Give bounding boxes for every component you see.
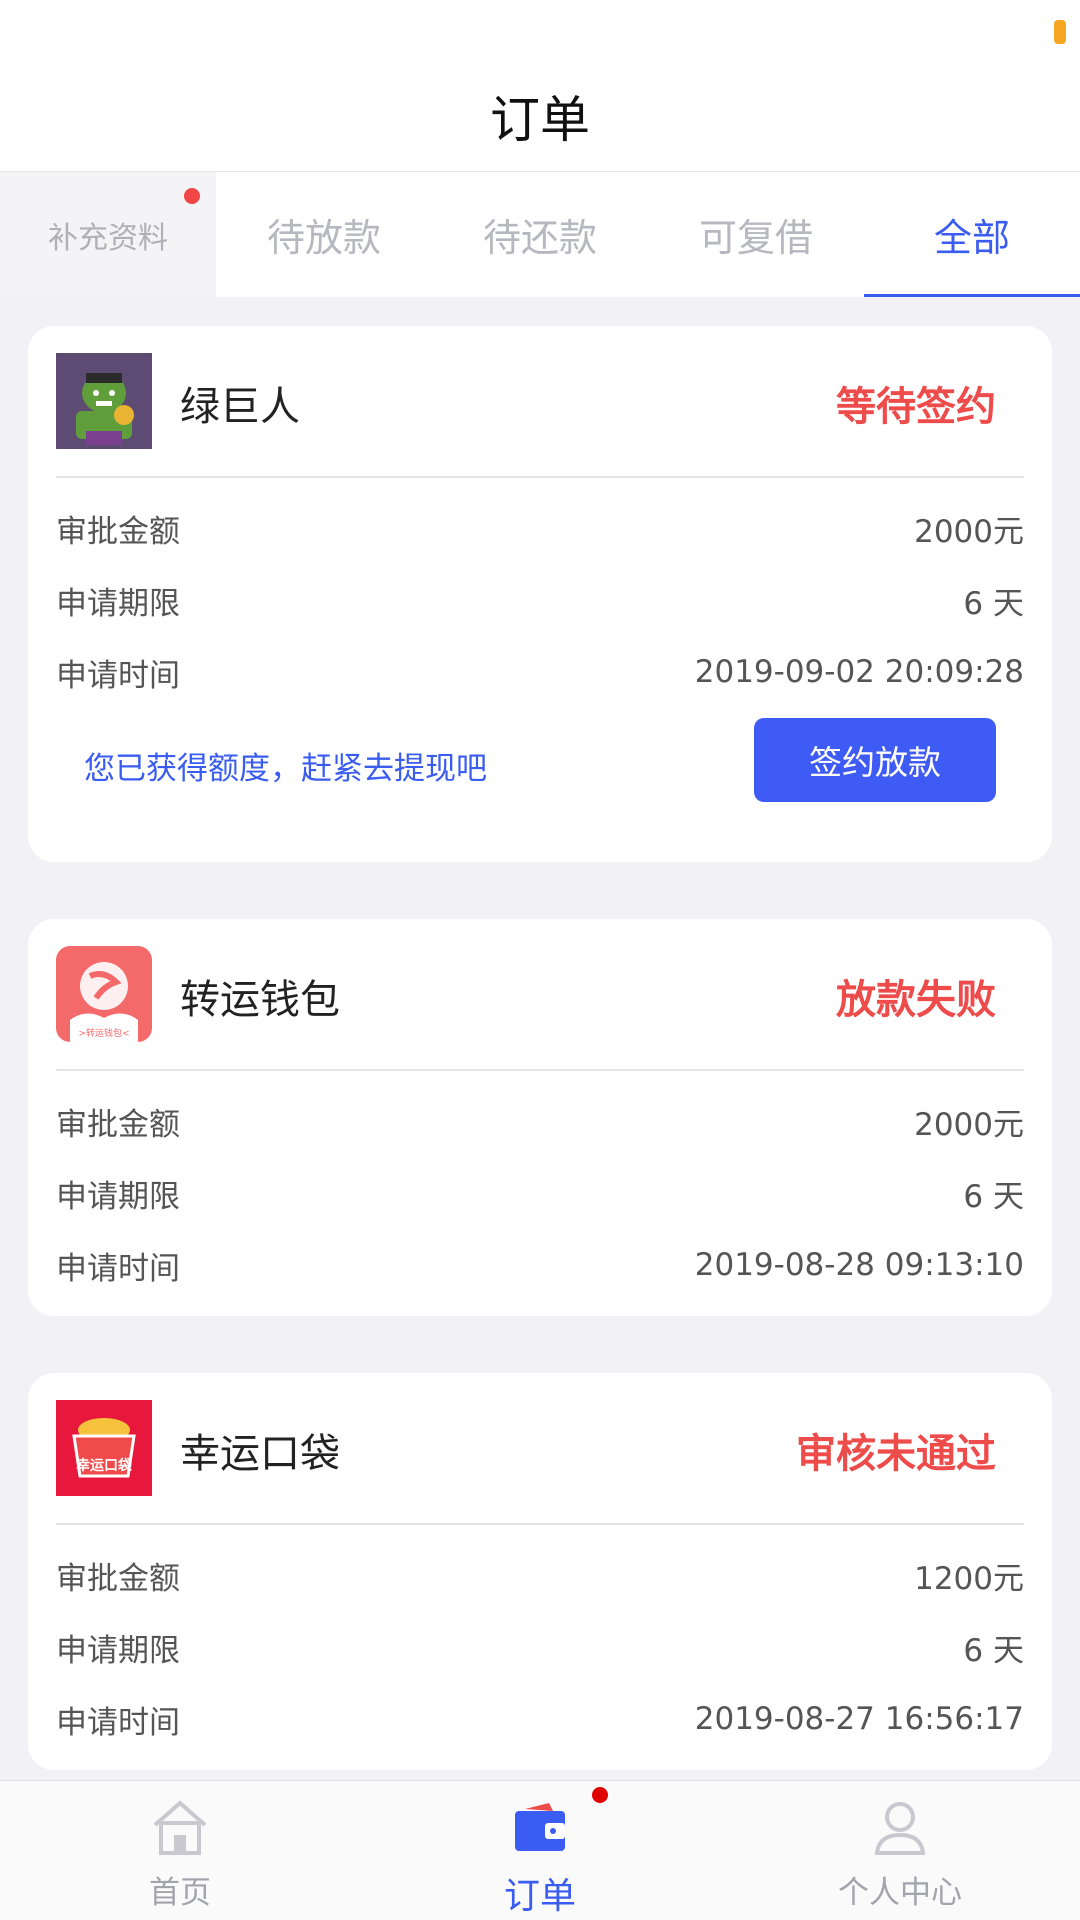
detail-row-time: 申请时间 2019-09-02 20:09:28 [56,636,1024,708]
nav-home[interactable]: 首页 [0,1781,360,1920]
product-name: 转运钱包 [180,977,340,1023]
order-status: 放款失败 [836,977,996,1023]
sign-loan-button[interactable]: 签约放款 [754,718,996,802]
row-value: 2019-08-28 09:13:10 [694,1247,1024,1283]
notification-dot [184,188,200,204]
detail-row-amount: 审批金额 2000元 [56,1085,1024,1157]
tab-supplement-info[interactable]: 补充资料 [0,172,216,297]
row-label: 审批金额 [56,1560,180,1597]
order-status: 等待签约 [836,384,996,430]
detail-row-term: 申请期限 6 天 [56,564,1024,636]
user-icon [869,1797,931,1861]
nav-label: 订单 [503,1876,576,1917]
top-header: 订单 [0,0,1080,172]
nav-profile[interactable]: 个人中心 [720,1781,1080,1920]
tab-pending-loan[interactable]: 待放款 [216,172,432,297]
row-value: 2000元 [914,513,1024,550]
row-value: 6 天 [963,585,1024,622]
order-card-header: 绿巨人 等待签约 [56,326,1024,478]
action-line: 您已获得额度，赶紧去提现吧 签约放款 [56,718,1024,828]
row-value: 6 天 [963,1632,1024,1669]
row-label: 申请时间 [56,1250,180,1287]
row-label: 申请期限 [56,1632,180,1669]
order-card[interactable]: 幸运口袋 幸运口袋 审核未通过 审批金额 1200元 申请期限 6 天 申请时间… [28,1373,1052,1770]
nav-label: 首页 [149,1875,211,1911]
row-value: 1200元 [914,1560,1024,1597]
product-name: 幸运口袋 [180,1431,340,1477]
zhuanyun-logo-icon: >转运钱包< [56,946,152,1042]
row-label: 审批金额 [56,513,180,550]
detail-row-time: 申请时间 2019-08-28 09:13:10 [56,1229,1024,1301]
tab-all[interactable]: 全部 [864,172,1080,297]
detail-row-term: 申请期限 6 天 [56,1157,1024,1229]
order-card[interactable]: >转运钱包< 转运钱包 放款失败 审批金额 2000元 申请期限 6 天 申请时… [28,919,1052,1316]
logo-text: >转运钱包< [78,1027,129,1039]
row-label: 申请时间 [56,657,180,694]
tab-pending-repay[interactable]: 待还款 [432,172,648,297]
row-label: 申请期限 [56,585,180,622]
row-value: 2019-09-02 20:09:28 [694,654,1024,690]
tab-label: 补充资料 [48,220,168,256]
page-title: 订单 [490,91,590,149]
detail-row-time: 申请时间 2019-08-27 16:56:17 [56,1683,1024,1755]
detail-row-term: 申请期限 6 天 [56,1611,1024,1683]
nav-orders[interactable]: 订单 [360,1781,720,1920]
status-indicator [1054,20,1066,44]
row-value: 2000元 [914,1106,1024,1143]
detail-row-amount: 审批金额 2000元 [56,492,1024,564]
detail-row-amount: 审批金额 1200元 [56,1539,1024,1611]
hulk-logo-icon [56,353,152,449]
row-label: 申请期限 [56,1178,180,1215]
row-value: 6 天 [963,1178,1024,1215]
order-card[interactable]: 绿巨人 等待签约 审批金额 2000元 申请期限 6 天 申请时间 2019-0… [28,326,1052,862]
tab-reborrow[interactable]: 可复借 [648,172,864,297]
logo-text: 幸运口袋 [76,1457,133,1474]
order-status: 审核未通过 [796,1431,996,1477]
row-label: 申请时间 [56,1704,180,1741]
home-icon [149,1797,211,1861]
row-value: 2019-08-27 16:56:17 [694,1701,1024,1737]
tab-label: 全部 [933,216,1010,260]
row-label: 审批金额 [56,1106,180,1143]
nav-label: 个人中心 [838,1875,962,1911]
product-name: 绿巨人 [180,384,300,430]
promo-text: 您已获得额度，赶紧去提现吧 [84,751,487,787]
xingyun-logo-icon: 幸运口袋 [56,1400,152,1496]
tab-label: 待还款 [482,216,597,260]
order-card-header: >转运钱包< 转运钱包 放款失败 [56,919,1024,1071]
bottom-nav: 首页 订单 个人中心 [0,1780,1080,1920]
order-card-header: 幸运口袋 幸运口袋 审核未通过 [56,1373,1024,1525]
tab-label: 可复借 [698,216,813,260]
notification-dot [592,1787,608,1803]
order-tabs: 补充资料 待放款 待还款 可复借 全部 [0,172,1080,297]
tab-label: 待放款 [266,216,381,260]
wallet-icon [509,1797,571,1861]
